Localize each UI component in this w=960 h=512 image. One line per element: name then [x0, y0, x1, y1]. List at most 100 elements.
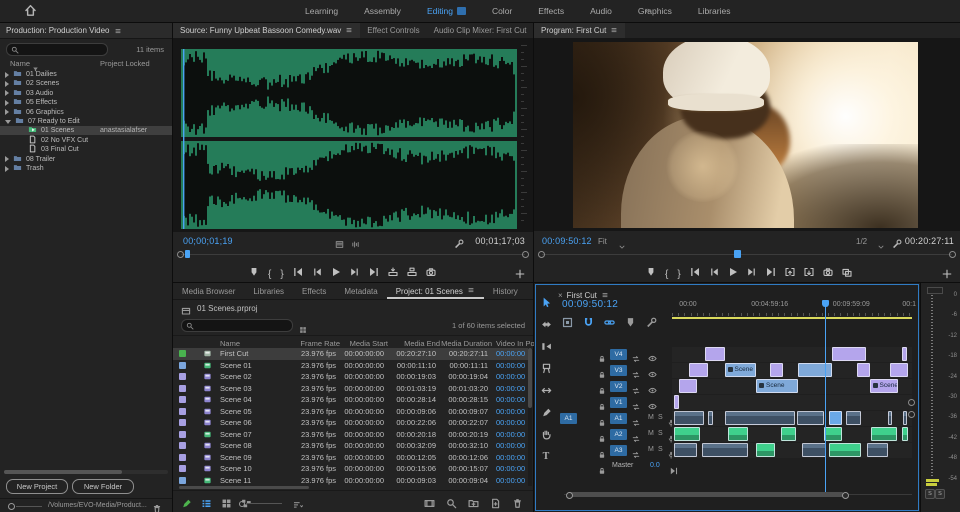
- timeline-clip[interactable]: [679, 379, 697, 393]
- source-tab[interactable]: Audio Clip Mixer: First Cut: [427, 23, 534, 38]
- panel-menu-icon[interactable]: [610, 26, 618, 36]
- workspace-tab-effects[interactable]: Effects: [525, 6, 577, 16]
- timeline-clip[interactable]: [797, 411, 824, 425]
- comparison-view-button[interactable]: [842, 264, 852, 282]
- program-current-timecode[interactable]: 00:09:50:12: [542, 236, 592, 246]
- mute-button[interactable]: M: [648, 430, 654, 437]
- label-color-chip[interactable]: [179, 408, 186, 415]
- label-color-chip[interactable]: [179, 431, 186, 438]
- insert-button[interactable]: [388, 264, 398, 282]
- solo-right-button[interactable]: S: [935, 489, 945, 499]
- solo-button[interactable]: S: [658, 430, 663, 437]
- timeline-clip[interactable]: [867, 443, 887, 457]
- step-back-button[interactable]: [709, 264, 719, 282]
- wrench-icon[interactable]: [646, 315, 657, 333]
- button-editor-plus-icon[interactable]: [515, 266, 525, 284]
- col-name[interactable]: Name: [220, 339, 240, 348]
- tool-hand[interactable]: [537, 423, 555, 445]
- chevron-right-icon[interactable]: [5, 156, 9, 162]
- track-target-v3[interactable]: V3: [610, 365, 627, 376]
- timeline-ruler[interactable]: 00:0000:04:59:1600:09:59:0900:14:5: [672, 300, 912, 316]
- timeline-clip[interactable]: [728, 427, 748, 441]
- mark-in-button[interactable]: {: [268, 264, 271, 282]
- go-to-out-button[interactable]: [369, 264, 379, 282]
- bin-row-scene-01[interactable]: Scene 01 23.976 fps00:00:00:0000:00:11:1…: [173, 360, 529, 372]
- chevron-right-icon[interactable]: [5, 100, 9, 106]
- bin-row-scene-08[interactable]: Scene 08 23.976 fps00:00:00:0000:00:32:0…: [173, 440, 529, 452]
- tree-item-03-final-cut[interactable]: 03 Final Cut: [0, 145, 172, 154]
- timeline-clip-scene-1[interactable]: Scene 1: [725, 363, 756, 377]
- add-marker-button[interactable]: [249, 264, 259, 282]
- track-lane[interactable]: [672, 395, 912, 410]
- chevron-right-icon[interactable]: [5, 72, 9, 78]
- bin-tab-project-01-scenes[interactable]: Project: 01 Scenes: [387, 283, 484, 299]
- label-color-chip[interactable]: [179, 373, 186, 380]
- go-to-in-button[interactable]: [690, 264, 700, 282]
- timeline-clip[interactable]: [802, 443, 826, 457]
- solo-button[interactable]: S: [658, 446, 663, 453]
- bin-row-scene-07[interactable]: Scene 07 23.976 fps00:00:00:0000:00:20:1…: [173, 429, 529, 441]
- timeline-clip[interactable]: [888, 411, 892, 425]
- timeline-clip[interactable]: [702, 443, 748, 457]
- track-lane[interactable]: [672, 363, 912, 378]
- vertical-scroll-handle[interactable]: [908, 411, 915, 418]
- workspace-tab-assembly[interactable]: Assembly: [351, 6, 414, 16]
- timeline-clip[interactable]: [674, 411, 704, 425]
- clip-indicator[interactable]: [927, 287, 943, 294]
- name-column-header[interactable]: Name: [10, 59, 30, 68]
- new-folder-button[interactable]: New Folder: [72, 479, 134, 494]
- tree-item-01-dailies[interactable]: 01 Dailies: [0, 70, 172, 79]
- workspace-overflow-button[interactable]: »: [645, 5, 650, 15]
- newbin-icon[interactable]: [468, 496, 479, 512]
- chevron-right-icon[interactable]: [5, 109, 9, 115]
- workspace-panel-icon[interactable]: [457, 7, 466, 15]
- source-patch-a1[interactable]: A1: [560, 413, 577, 424]
- bin-vertical-scrollbar[interactable]: [528, 348, 532, 486]
- label-color-chip[interactable]: [179, 419, 186, 426]
- timeline-clip[interactable]: [890, 363, 908, 377]
- tree-item-02-no-vfx-cut[interactable]: 02 No VFX Cut: [0, 136, 172, 145]
- panel-menu-icon[interactable]: [345, 26, 353, 36]
- label-color-chip[interactable]: [179, 385, 186, 392]
- bin-row-scene-10[interactable]: Scene 10 23.976 fps00:00:00:0000:00:15:0…: [173, 463, 529, 475]
- source-current-timecode[interactable]: 00;00;01;19: [183, 236, 233, 246]
- track-target-a3[interactable]: A3: [610, 445, 627, 456]
- source-tab[interactable]: Source: Funny Upbeat Bassoon Comedy.wav: [173, 23, 360, 38]
- lock-icon[interactable]: [598, 462, 606, 480]
- home-icon[interactable]: [24, 4, 37, 22]
- export-frame-button[interactable]: [426, 264, 436, 282]
- button-editor-plus-icon[interactable]: [942, 266, 952, 284]
- mark-out-button[interactable]: }: [677, 264, 680, 282]
- search-icon[interactable]: [446, 496, 457, 512]
- chevron-down-icon[interactable]: [5, 120, 11, 124]
- track-target-a1[interactable]: A1: [610, 413, 627, 424]
- tree-item-08-trailer[interactable]: 08 Trailer: [0, 155, 172, 164]
- tree-item-06-graphics[interactable]: 06 Graphics: [0, 108, 172, 117]
- play-button[interactable]: [331, 264, 341, 282]
- bin-search-input[interactable]: [181, 319, 293, 332]
- track-target-v2[interactable]: V2: [610, 381, 627, 392]
- magnet-icon[interactable]: [583, 315, 594, 333]
- solo-left-button[interactable]: S: [925, 489, 935, 499]
- bin-tab-libraries[interactable]: Libraries: [244, 283, 293, 299]
- project-locked-column-header[interactable]: Project Locked: [100, 59, 150, 68]
- overwrite-button[interactable]: [407, 264, 417, 282]
- timeline-clip[interactable]: [674, 395, 679, 409]
- label-color-chip[interactable]: [179, 465, 186, 472]
- newitem-icon[interactable]: [490, 496, 501, 512]
- workspace-tab-libraries[interactable]: Libraries: [685, 6, 744, 16]
- automate-icon[interactable]: [424, 496, 435, 512]
- timeline-clip-scene[interactable]: Scene: [756, 379, 798, 393]
- workspace-tab-learning[interactable]: Learning: [292, 6, 351, 16]
- thumbs-icon[interactable]: [221, 496, 232, 512]
- tool-ripple[interactable]: [537, 335, 555, 357]
- nest-icon[interactable]: [562, 315, 573, 333]
- link-icon[interactable]: [604, 315, 615, 333]
- timeline-clip[interactable]: [781, 427, 795, 441]
- timeline-clip[interactable]: [903, 411, 907, 425]
- timeline-clip[interactable]: [689, 363, 707, 377]
- zoom-slider-handle[interactable]: [239, 501, 245, 507]
- production-panel-tab[interactable]: Production: Production Video: [0, 23, 172, 39]
- tool-slip[interactable]: [537, 379, 555, 401]
- timeline-clip[interactable]: [674, 443, 697, 457]
